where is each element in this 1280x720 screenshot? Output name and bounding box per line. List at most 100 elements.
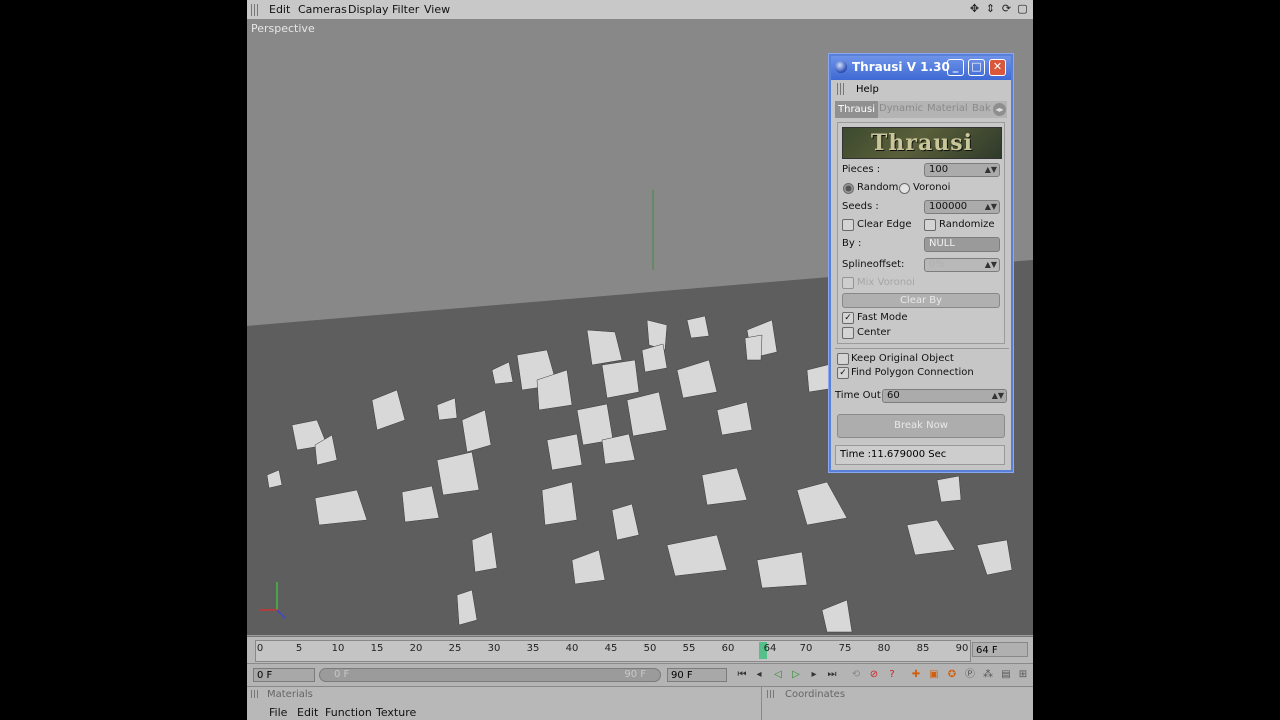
viewport-label: Perspective (251, 22, 315, 35)
spinner-icon: ▲▼ (991, 391, 1004, 400)
panel-divider (761, 687, 762, 720)
keyframe-scale-icon[interactable]: ▣ (927, 668, 941, 682)
tick-label: 25 (448, 643, 462, 654)
materials-grip-icon[interactable] (251, 690, 259, 698)
dialog-grip-icon[interactable] (837, 83, 845, 95)
loop-icon[interactable]: ⟲ (849, 668, 863, 682)
fast-mode-checkbox[interactable]: ✓ (842, 312, 854, 324)
menu-help[interactable]: Help (856, 84, 879, 95)
seeds-input[interactable]: 100000 ▲▼ (924, 200, 1000, 214)
materials-title: Materials (267, 689, 313, 700)
maximize-window-icon[interactable]: □ (968, 59, 985, 76)
go-to-end-icon[interactable]: ⏭ (825, 668, 839, 682)
play-forward-icon[interactable]: ▷ (789, 668, 803, 682)
keyframe-rotation-icon[interactable]: ✪ (945, 668, 959, 682)
menu-display[interactable]: Display (348, 3, 389, 16)
pieces-label: Pieces : (842, 164, 881, 175)
pieces-input[interactable]: 100 ▲▼ (924, 163, 1000, 177)
break-now-button[interactable]: Break Now (837, 414, 1005, 438)
start-frame-field[interactable]: 0 F (253, 668, 315, 682)
timeline: 0 5 10 15 20 25 30 35 40 45 50 55 60 64 … (247, 636, 1033, 663)
go-to-start-icon[interactable]: ⏮ (735, 668, 749, 682)
mix-voronoi-checkbox[interactable] (842, 277, 854, 289)
tab-thrausi[interactable]: Thrausi (835, 101, 879, 118)
menu-view[interactable]: View (424, 3, 450, 16)
tick-label: 35 (526, 643, 540, 654)
voronoi-label: Voronoi (913, 182, 951, 193)
clear-by-button[interactable]: Clear By (842, 293, 1000, 308)
thrausi-dialog: Thrausi V 1.30 _ □ ✕ Help Thrausi Dynami… (829, 54, 1013, 472)
menu-cameras[interactable]: Cameras (298, 3, 347, 16)
tick-label: 90 (955, 643, 969, 654)
materials-menu-file[interactable]: File (269, 706, 287, 719)
move-icon[interactable]: ✥ (968, 2, 981, 15)
tick-label: 0 (256, 643, 264, 654)
spinner-icon: ▲▼ (984, 202, 997, 211)
tick-label: 64 (763, 643, 777, 654)
zoom-icon[interactable]: ⇕ (984, 2, 997, 15)
tick-label: 85 (916, 643, 930, 654)
clear-edge-label: Clear Edge (857, 219, 912, 230)
timeline-menu-icon[interactable]: ▤ (999, 668, 1013, 682)
coordinates-title: Coordinates (785, 689, 846, 700)
tab-dynamic[interactable]: Dynamic (879, 103, 923, 114)
close-icon[interactable]: ✕ (989, 59, 1006, 76)
splineoffset-input[interactable]: 0% ▲▼ (924, 258, 1000, 272)
random-radio[interactable] (843, 183, 854, 194)
tick-label: 20 (409, 643, 423, 654)
tick-label: 80 (877, 643, 891, 654)
viewport-nav-icons: ✥ ⇕ ⟳ ▢ (968, 2, 1029, 15)
tick-label: 15 (370, 643, 384, 654)
tick-label: 70 (799, 643, 813, 654)
tick-label: 50 (643, 643, 657, 654)
record-icon[interactable]: ⊘ (867, 668, 881, 682)
clear-edge-checkbox[interactable] (842, 219, 854, 231)
tick-label: 5 (295, 643, 303, 654)
timeout-input[interactable]: 60 ▲▼ (882, 389, 1007, 403)
step-forward-icon[interactable]: ▸ (807, 668, 821, 682)
elapsed-time-readout: Time :11.679000 Sec (835, 445, 1005, 465)
bottom-panels: Materials File Edit Function Texture Coo… (247, 686, 1033, 720)
current-frame-field[interactable]: 64 F (972, 642, 1028, 657)
tick-label: 45 (604, 643, 618, 654)
keyframe-pla-icon[interactable]: ⁂ (981, 668, 995, 682)
find-polygon-checkbox[interactable]: ✓ (837, 367, 849, 379)
layout-icon[interactable]: ⊞ (1016, 668, 1030, 682)
menu-filter[interactable]: Filter (392, 3, 419, 16)
spinner-icon: ▲▼ (984, 260, 997, 269)
timeout-label: Time Out : (835, 390, 888, 401)
tab-bake[interactable]: Bak (972, 103, 991, 114)
menu-edit[interactable]: Edit (269, 3, 290, 16)
keep-original-label: Keep Original Object (851, 353, 954, 364)
keyframe-param-icon[interactable]: Ⓟ (963, 668, 977, 682)
keep-original-checkbox[interactable] (837, 353, 849, 365)
seeds-label: Seeds : (842, 201, 879, 212)
keyframe-position-icon[interactable]: ✚ (909, 668, 923, 682)
center-checkbox[interactable] (842, 327, 854, 339)
coordinates-grip-icon[interactable] (767, 690, 775, 698)
maximize-icon[interactable]: ▢ (1016, 2, 1029, 15)
object-options-group: Keep Original Object ✓ Find Polygon Conn… (835, 348, 1009, 381)
viewport-menubar: Edit Cameras Display Filter View ✥ ⇕ ⟳ ▢ (247, 0, 1033, 20)
dialog-titlebar[interactable]: Thrausi V 1.30 _ □ ✕ (831, 56, 1011, 80)
materials-menu-texture[interactable]: Texture (376, 706, 416, 719)
materials-menu-edit[interactable]: Edit (297, 706, 318, 719)
range-slider[interactable]: 0 F 90 F (319, 668, 661, 682)
tab-material[interactable]: Material (927, 103, 968, 114)
rotate-icon[interactable]: ⟳ (1000, 2, 1013, 15)
center-label: Center (857, 327, 891, 338)
tab-scroll-icon[interactable]: ◂▸ (993, 103, 1006, 116)
find-polygon-label: Find Polygon Connection (851, 367, 974, 378)
minimize-icon[interactable]: _ (947, 59, 964, 76)
max-frame-field[interactable]: 90 F (667, 668, 727, 682)
play-backward-icon[interactable]: ◁ (771, 668, 785, 682)
randomize-checkbox[interactable] (924, 219, 936, 231)
materials-menu-function[interactable]: Function (325, 706, 372, 719)
timeline-ruler[interactable]: 0 5 10 15 20 25 30 35 40 45 50 55 60 64 … (255, 640, 971, 662)
step-back-icon[interactable]: ◂ (752, 668, 766, 682)
menubar-grip-icon[interactable] (251, 4, 259, 16)
thrausi-logo: Thrausi (842, 127, 1002, 159)
autokey-icon[interactable]: ? (885, 668, 899, 682)
voronoi-radio[interactable] (899, 183, 910, 194)
by-link-field[interactable]: NULL (924, 237, 1000, 252)
